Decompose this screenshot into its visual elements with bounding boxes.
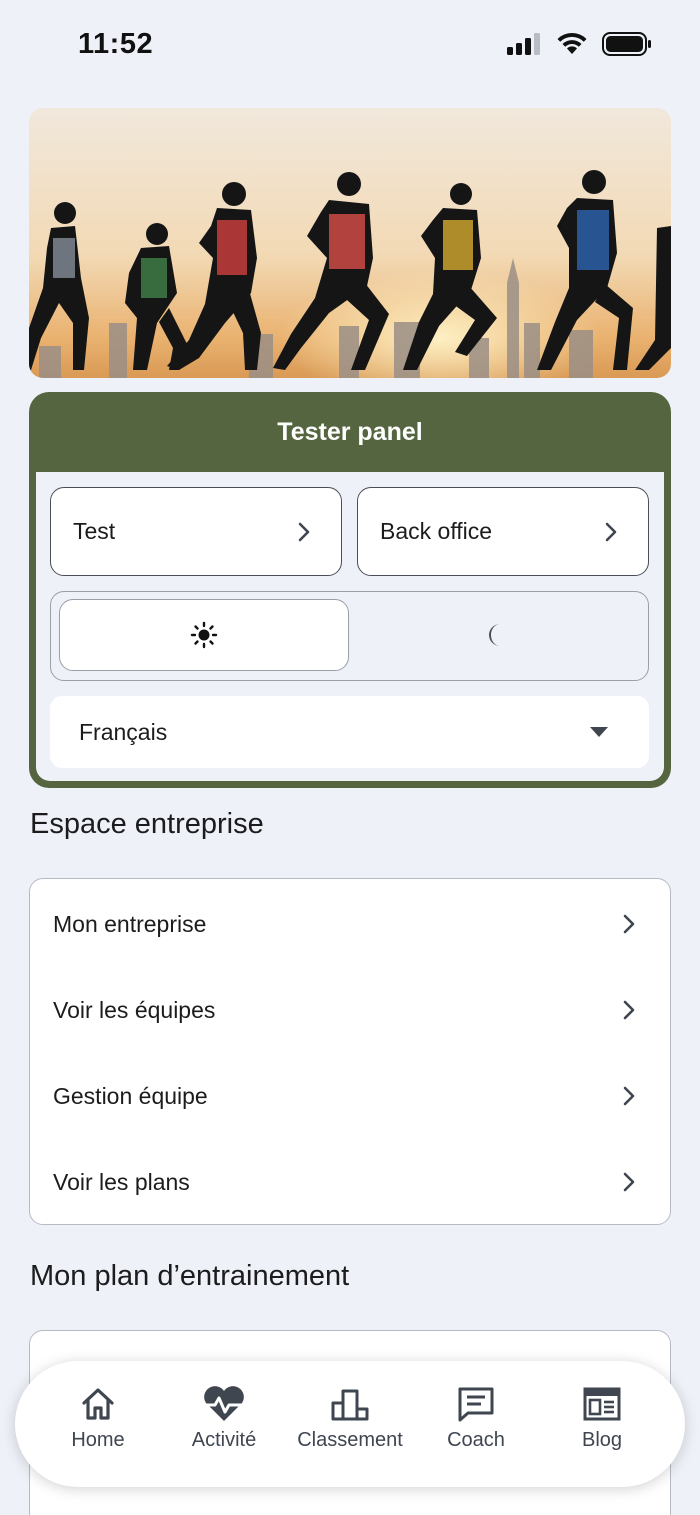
list-item-label: Gestion équipe <box>53 1082 208 1109</box>
battery-icon <box>602 32 651 56</box>
menu-item-mon-entreprise[interactable]: Mon entreprise <box>30 881 670 967</box>
hero-banner-image <box>29 108 671 378</box>
company-section-title: Espace entreprise <box>30 808 264 840</box>
newspaper-icon <box>583 1387 621 1421</box>
test-button-label: Test <box>73 518 116 544</box>
language-select[interactable]: Français <box>50 696 649 768</box>
chevron-right-icon <box>623 1000 635 1020</box>
caret-down-icon <box>590 727 608 737</box>
list-item-label: Voir les plans <box>53 1168 190 1195</box>
status-time: 11:52 <box>78 28 154 60</box>
chevron-right-icon <box>605 522 617 541</box>
moon-icon <box>489 624 500 646</box>
status-icons <box>506 32 652 56</box>
tab-home[interactable]: Home <box>35 1361 161 1487</box>
tab-blog-label: Blog <box>581 1429 623 1451</box>
tester-panel-title: Tester panel <box>277 417 423 446</box>
heart-pulse-icon <box>203 1386 245 1421</box>
light-theme-option[interactable] <box>59 599 349 671</box>
plan-section-title: Mon plan d’entrainement <box>30 1260 350 1292</box>
tab-blog[interactable]: Blog <box>539 1361 665 1487</box>
test-button[interactable]: Test <box>50 487 342 576</box>
tab-home-label: Home <box>71 1429 125 1451</box>
list-item-label: Mon entreprise <box>53 910 207 937</box>
leaderboard-icon <box>331 1389 369 1421</box>
tab-classement-label: Classement <box>297 1429 403 1451</box>
home-icon <box>82 1388 114 1420</box>
menu-item-voir-les-plans[interactable]: Voir les plans <box>30 1139 670 1225</box>
theme-toggle <box>50 591 649 681</box>
tab-coach[interactable]: Coach <box>413 1361 539 1487</box>
tab-activite-label: Activité <box>191 1429 257 1451</box>
back-office-button[interactable]: Back office <box>357 487 649 576</box>
tab-classement[interactable]: Classement <box>287 1361 413 1487</box>
status-bar: 11:52 <box>0 0 700 92</box>
list-item-label: Voir les équipes <box>53 996 216 1023</box>
sun-icon <box>190 621 218 649</box>
chevron-right-icon <box>623 914 635 934</box>
dark-theme-option[interactable] <box>351 599 641 671</box>
back-office-button-label: Back office <box>380 518 493 544</box>
menu-item-gestion-equipe[interactable]: Gestion équipe <box>30 1053 670 1139</box>
language-value: Français <box>79 718 168 745</box>
tester-panel-body: Test Back office Français <box>36 472 664 781</box>
wifi-icon <box>557 32 587 54</box>
chevron-right-icon <box>298 522 310 541</box>
tester-panel: Tester panel Test Back office Français <box>29 392 671 788</box>
chevron-right-icon <box>623 1086 635 1106</box>
tab-coach-label: Coach <box>447 1429 505 1451</box>
chat-icon <box>458 1387 494 1422</box>
bottom-nav: Home Activité Classement Coach Blog <box>15 1361 685 1487</box>
company-menu-card: Mon entreprise Voir les équipes Gestion … <box>29 878 671 1225</box>
chevron-right-icon <box>623 1172 635 1192</box>
tab-activite[interactable]: Activité <box>161 1361 287 1487</box>
menu-item-voir-les-equipes[interactable]: Voir les équipes <box>30 967 670 1053</box>
signal-icon <box>507 33 540 55</box>
